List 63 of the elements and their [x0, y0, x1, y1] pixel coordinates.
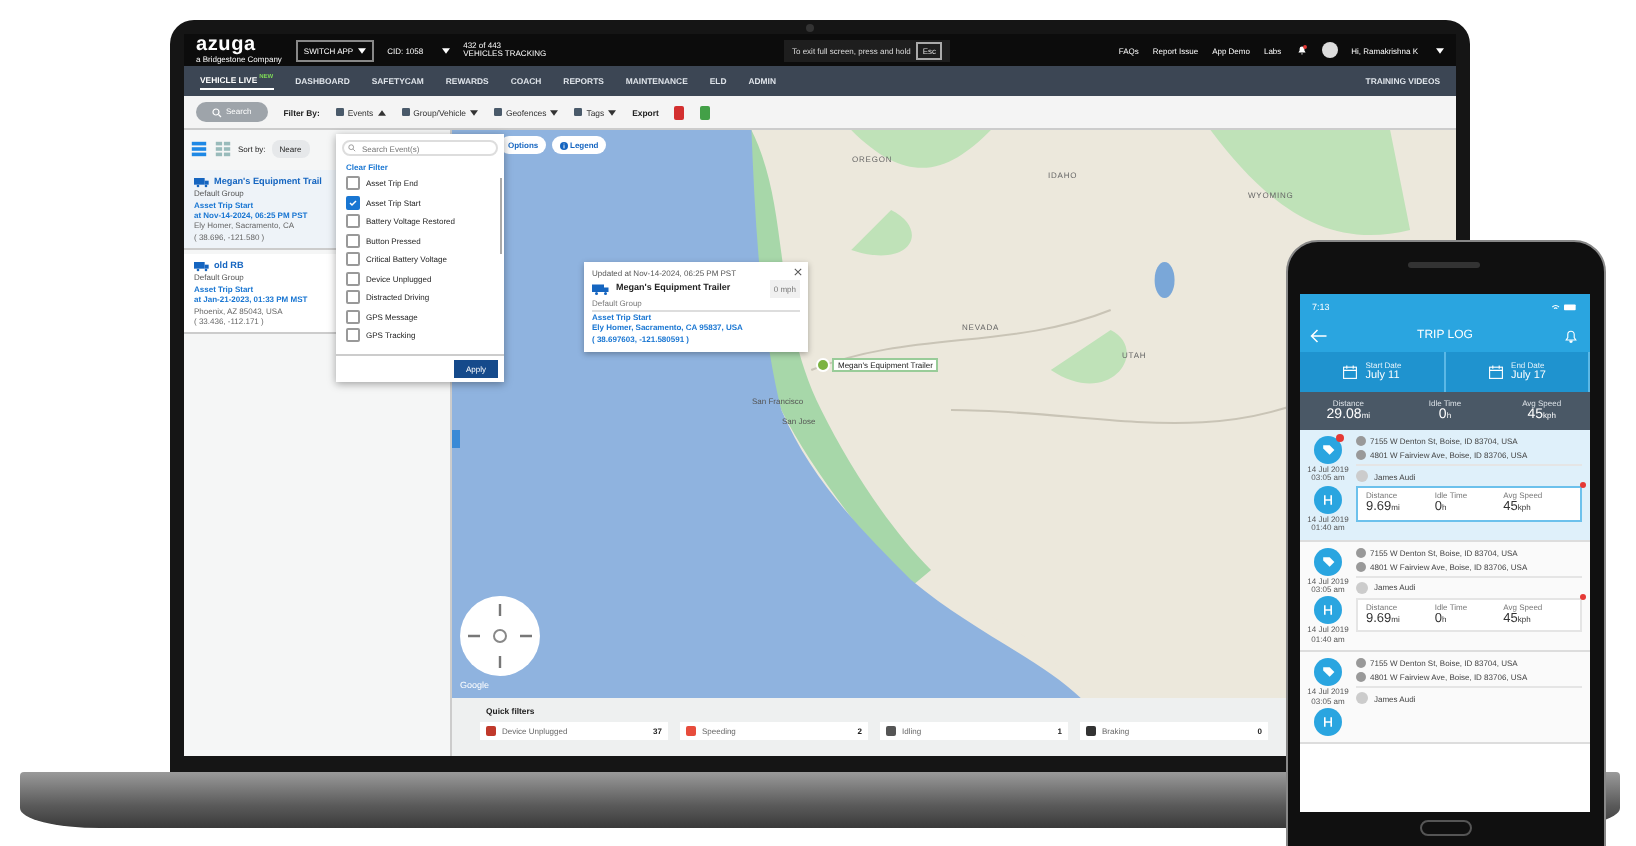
calendar-icon: [1341, 364, 1358, 380]
pdf-icon[interactable]: [674, 105, 685, 119]
bell-icon[interactable]: [1295, 44, 1308, 56]
close-icon[interactable]: [794, 268, 802, 276]
pin-icon: [1356, 658, 1366, 669]
status-dot: [1580, 593, 1586, 600]
tag-icon: [1320, 664, 1336, 681]
checkbox[interactable]: [346, 233, 360, 248]
avatar[interactable]: [1321, 42, 1338, 58]
scrollbar[interactable]: [499, 178, 502, 254]
route-icon: [1320, 713, 1336, 730]
home-button[interactable]: [1420, 820, 1472, 836]
wifi-battery-icon: [1550, 301, 1578, 311]
caret-icon: [608, 109, 617, 115]
square-icon: [574, 108, 583, 116]
grid-view-icon[interactable]: [214, 139, 232, 157]
logo: azuga: [196, 36, 258, 56]
status-dot: [1580, 482, 1586, 488]
square-icon: [493, 108, 502, 116]
calendar-icon: [1487, 364, 1504, 380]
checkbox[interactable]: [346, 290, 360, 305]
driver-avatar: [1356, 470, 1368, 482]
square-icon: [401, 108, 410, 116]
pin-icon: [1356, 561, 1366, 572]
driver-avatar: [1356, 581, 1368, 594]
square-icon: [335, 108, 344, 116]
checkbox[interactable]: [346, 195, 360, 210]
list-view-icon[interactable]: [190, 139, 208, 157]
caret-icon: [441, 47, 450, 53]
info-icon: [560, 141, 568, 149]
checkbox[interactable]: [346, 176, 360, 191]
map-rotate-control[interactable]: [460, 596, 540, 676]
event-icon: [486, 726, 496, 736]
trailer-icon: [194, 260, 210, 273]
driver-avatar: [1356, 692, 1368, 705]
route-icon: [1320, 602, 1336, 619]
search-icon: [212, 107, 222, 118]
checkbox[interactable]: [346, 271, 360, 286]
route-icon: [1320, 491, 1336, 508]
event-icon: [886, 726, 896, 736]
caret-icon: [550, 109, 559, 115]
tag-icon: [1320, 553, 1336, 570]
caret-icon: [357, 47, 366, 53]
pin-icon: [1356, 436, 1366, 446]
spreadsheet-icon[interactable]: [700, 105, 711, 119]
checkbox[interactable]: [346, 214, 360, 229]
event-icon: [1086, 726, 1096, 736]
pin-icon: [1356, 450, 1366, 460]
trailer-icon: [194, 176, 210, 189]
pin-icon: [1356, 547, 1366, 558]
back-arrow-icon[interactable]: [1310, 327, 1328, 343]
event-icon: [686, 726, 696, 736]
checkbox[interactable]: [346, 252, 360, 267]
caret-icon: [469, 109, 478, 115]
pin-icon: [1356, 672, 1366, 683]
panel-collapse-handle[interactable]: [452, 430, 460, 448]
trailer-icon: [592, 281, 610, 296]
checkbox[interactable]: [346, 328, 360, 343]
speaker-grille: [1408, 262, 1480, 268]
caret-icon: [377, 109, 386, 115]
checkbox[interactable]: [346, 309, 360, 324]
caret-icon: [1436, 47, 1444, 53]
search-icon: [348, 144, 356, 152]
